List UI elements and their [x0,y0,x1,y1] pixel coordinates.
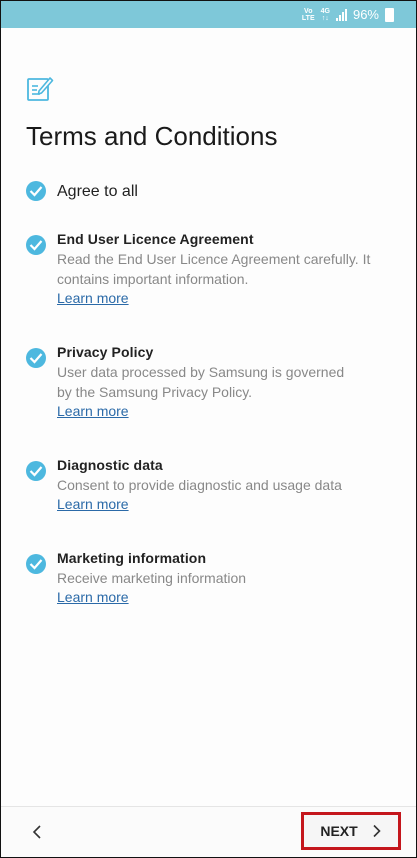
eula-description: Read the End User Licence Agreement care… [57,251,371,287]
status-bar: Vo LTE 4G ↑↓ 96% [1,1,416,28]
checkmark-icon [29,559,43,570]
network-indicator: 4G ↑↓ [321,8,330,22]
next-button[interactable]: NEXT [301,812,401,850]
volte-indicator: Vo LTE [302,8,315,22]
agree-all-label[interactable]: Agree to all [57,183,138,201]
chevron-left-icon[interactable] [29,823,47,841]
privacy-policy-title[interactable]: Privacy Policy [57,344,153,360]
volte-top-text: Vo [304,7,313,15]
privacy-policy-learn-more-link[interactable]: Learn more [57,403,129,419]
marketing-information-learn-more-link[interactable]: Learn more [57,589,129,605]
checkmark-icon [29,240,43,251]
data-arrows-text: ↑↓ [321,14,329,22]
marketing-information-checkbox[interactable] [26,554,46,574]
eula-learn-more-link[interactable]: Learn more [57,290,129,306]
diagnostic-data-checkbox[interactable] [26,461,46,481]
network-type-text: 4G [320,7,330,15]
diagnostic-data-description: Consent to provide diagnostic and usage … [57,477,342,493]
eula-title[interactable]: End User Licence Agreement [57,231,254,247]
diagnostic-data-title[interactable]: Diagnostic data [57,457,163,473]
battery-percent: 96% [352,7,379,22]
marketing-information-description: Receive marketing information [57,570,247,586]
bottom-navigation-bar: NEXT [1,806,416,857]
battery-icon [385,7,394,22]
privacy-policy-checkbox[interactable] [26,348,46,368]
marketing-information-title[interactable]: Marketing information [57,550,206,566]
page-title: Terms and Conditions [26,121,278,151]
chevron-right-icon [373,824,381,838]
eula-checkbox[interactable] [26,235,46,255]
checkmark-icon [29,353,43,364]
checkmark-icon [29,466,43,477]
signal-icon [335,8,347,21]
checkmark-icon [29,186,43,197]
diagnostic-data-learn-more-link[interactable]: Learn more [57,496,129,512]
edit-document-icon [27,77,54,101]
privacy-policy-description: User data processed by Samsung is govern… [57,364,345,400]
agree-all-checkbox[interactable] [26,181,46,201]
next-button-label: NEXT [320,823,358,839]
volte-bottom-text: LTE [301,14,315,22]
